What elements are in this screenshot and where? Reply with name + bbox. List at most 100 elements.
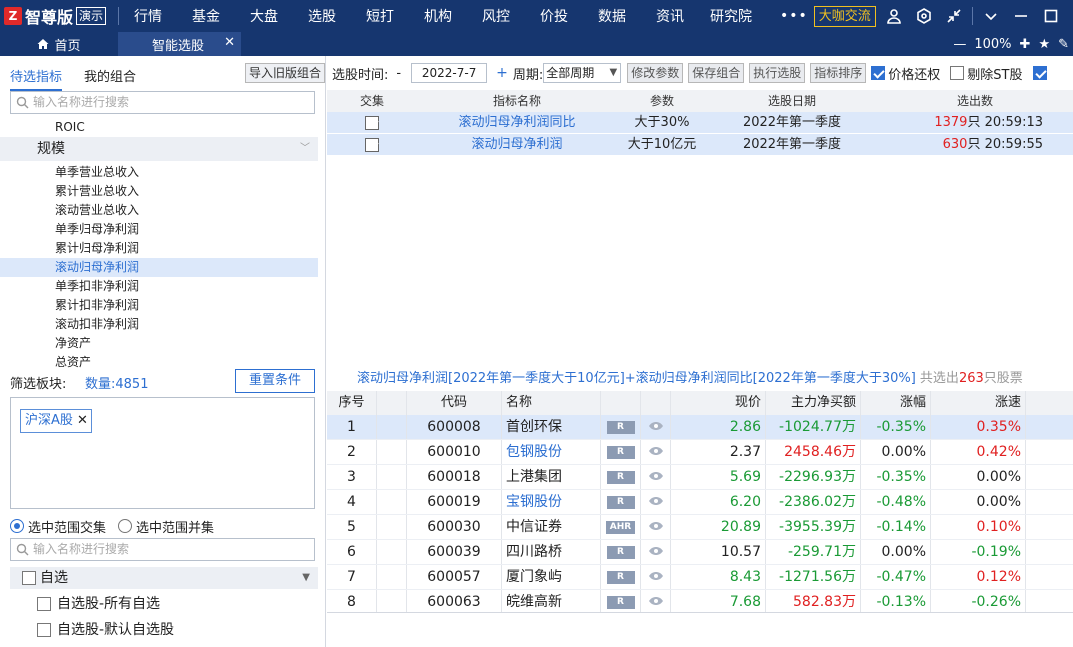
tag-badge[interactable]: R: [606, 420, 635, 434]
tab-smart-stock-picking[interactable]: 智能选股 ✕: [118, 32, 241, 56]
menu-item-data[interactable]: 数据: [583, 6, 641, 26]
table-row[interactable]: 1 600008 首创环保 R 2.86 -1024.77万 -0.35% 0.35%: [327, 415, 1073, 440]
col-speed[interactable]: 涨速: [931, 391, 1026, 415]
minimize-icon[interactable]: [1009, 0, 1033, 32]
menu-item-research[interactable]: 研究院: [699, 6, 763, 26]
col-net-buy[interactable]: 主力净买额: [766, 391, 861, 415]
menu-item-short-trade[interactable]: 短打: [351, 6, 409, 26]
exclude-st-checkbox[interactable]: 剔除ST股: [950, 64, 1023, 83]
table-row[interactable]: 6 600039 四川路桥 R 10.57 -259.71万 0.00% -0.19%: [327, 540, 1073, 565]
price-restore-checkbox[interactable]: 价格还权: [871, 64, 940, 83]
row-name[interactable]: 中信证券: [502, 515, 601, 539]
col-no[interactable]: 序号: [327, 391, 377, 415]
item-checkbox[interactable]: [37, 597, 51, 611]
tree-item[interactable]: 累计扣非净利润: [0, 296, 318, 315]
eye-icon[interactable]: [648, 490, 664, 515]
eye-icon[interactable]: [648, 415, 664, 440]
condition-name[interactable]: 滚动归母净利润: [417, 134, 617, 155]
item-checkbox[interactable]: [37, 623, 51, 637]
eye-icon[interactable]: [648, 440, 664, 465]
add-date-button[interactable]: +: [496, 65, 508, 81]
save-combo-button[interactable]: 保存组合: [688, 63, 745, 83]
star-icon[interactable]: ★: [1038, 37, 1050, 52]
eye-icon[interactable]: [648, 465, 664, 490]
tag-badge[interactable]: R: [606, 470, 635, 484]
group-item-default-watchlist[interactable]: 自选股-默认自选股: [37, 619, 174, 641]
checkbox-box[interactable]: [950, 66, 965, 80]
tree-item[interactable]: 净资产: [0, 334, 318, 353]
table-row[interactable]: 2 600010 包钢股份 R 2.37 2458.46万 0.00% 0.42%: [327, 440, 1073, 465]
modify-params-button[interactable]: 修改参数: [627, 63, 684, 83]
tree-item-roic[interactable]: ROIC: [0, 118, 318, 137]
tab-my-combos[interactable]: 我的组合: [84, 66, 136, 85]
table-row[interactable]: 8 600063 皖维高新 R 7.68 582.83万 -0.13% -0.26%: [327, 590, 1073, 612]
period-select[interactable]: 全部周期 ▼: [543, 63, 622, 83]
table-row[interactable]: 3 600018 上港集团 R 5.69 -2296.93万 -0.35% 0.00%: [327, 465, 1073, 490]
menu-item-funds[interactable]: 基金: [177, 6, 235, 26]
tab-home[interactable]: 首页: [0, 32, 118, 56]
condition-name[interactable]: 滚动归母净利润同比: [417, 112, 617, 133]
chevron-down-icon[interactable]: [979, 0, 1003, 32]
row-name[interactable]: 四川路桥: [502, 540, 601, 564]
tree-item[interactable]: 单季扣非净利润: [0, 277, 318, 296]
radio-intersection[interactable]: [10, 519, 24, 533]
group-checkbox[interactable]: [22, 571, 36, 585]
edit-icon[interactable]: ✎: [1058, 37, 1069, 52]
row-name[interactable]: 包钢股份: [502, 440, 601, 464]
date-input[interactable]: 2022-7-7: [411, 63, 488, 83]
row-name[interactable]: 首创环保: [502, 415, 601, 439]
import-old-combo-button[interactable]: 导入旧版组合: [245, 63, 325, 83]
menu-item-quotes[interactable]: 行情: [119, 6, 177, 26]
zoom-in-icon[interactable]: ✚: [1020, 37, 1031, 52]
tag-badge[interactable]: R: [606, 545, 635, 559]
menu-item-value-investing[interactable]: 价投: [525, 6, 583, 26]
settings-hex-icon[interactable]: [912, 0, 936, 32]
collapse-arrows-icon[interactable]: [942, 0, 966, 32]
row-name[interactable]: 宝钢股份: [502, 490, 601, 514]
row-name[interactable]: 厦门象屿: [502, 565, 601, 589]
more-menu-button[interactable]: •••: [780, 8, 808, 24]
condition-checkbox[interactable]: [365, 137, 379, 152]
tree-item[interactable]: 滚动营业总收入: [0, 201, 318, 220]
extra-checkbox[interactable]: [1032, 66, 1050, 80]
table-row[interactable]: 7 600057 厦门象屿 R 8.43 -1271.56万 -0.47% 0.12%: [327, 565, 1073, 590]
col-change[interactable]: 涨幅: [861, 391, 931, 415]
col-code[interactable]: 代码: [407, 391, 502, 415]
board-search-input[interactable]: 输入名称进行搜索: [10, 538, 315, 561]
maximize-icon[interactable]: [1039, 0, 1063, 32]
tree-item[interactable]: 单季营业总收入: [0, 163, 318, 182]
tag-badge[interactable]: R: [606, 445, 635, 459]
tab-candidate-indicators[interactable]: 待选指标: [10, 66, 63, 91]
eye-icon[interactable]: [648, 590, 664, 612]
indicator-search-input[interactable]: 输入名称进行搜索: [10, 91, 315, 114]
sort-indicators-button[interactable]: 指标排序: [810, 63, 867, 83]
tree-item[interactable]: 累计营业总收入: [0, 182, 318, 201]
tree-item[interactable]: 滚动扣非净利润: [0, 315, 318, 334]
expert-chat-button[interactable]: 大咖交流: [813, 5, 876, 27]
row-name[interactable]: 皖维高新: [502, 590, 601, 612]
tree-item[interactable]: 累计归母净利润: [0, 239, 318, 258]
radio-union[interactable]: [118, 519, 133, 533]
condition-checkbox[interactable]: [365, 115, 379, 130]
remove-chip-icon[interactable]: ✕: [77, 410, 88, 432]
menu-item-news[interactable]: 资讯: [641, 6, 699, 26]
eye-icon[interactable]: [648, 540, 664, 565]
tag-badge[interactable]: R: [606, 570, 635, 584]
tree-category-scale[interactable]: 规模 ﹀: [0, 137, 318, 161]
group-watchlist[interactable]: 自选 ▼: [10, 567, 318, 589]
row-name[interactable]: 上港集团: [502, 465, 601, 489]
tree-item[interactable]: 单季归母净利润: [0, 220, 318, 239]
menu-item-institutions[interactable]: 机构: [409, 6, 467, 26]
close-icon[interactable]: ✕: [224, 35, 235, 50]
run-picking-button[interactable]: 执行选股: [749, 63, 806, 83]
col-price[interactable]: 现价: [671, 391, 766, 415]
condition-row[interactable]: 滚动归母净利润 大于10亿元 2022年第一季度 630只 20:59:55: [327, 134, 1073, 156]
eye-icon[interactable]: [648, 565, 664, 590]
menu-item-market[interactable]: 大盘: [235, 6, 293, 26]
horizontal-scrollbar[interactable]: [327, 612, 1073, 613]
checkbox-box[interactable]: [1032, 66, 1047, 80]
zoom-out-icon[interactable]: —: [953, 37, 966, 52]
menu-item-risk-control[interactable]: 风控: [467, 6, 525, 26]
group-item-all-watchlist[interactable]: 自选股-所有自选: [37, 593, 160, 615]
menu-item-stock-picking[interactable]: 选股: [293, 6, 351, 26]
